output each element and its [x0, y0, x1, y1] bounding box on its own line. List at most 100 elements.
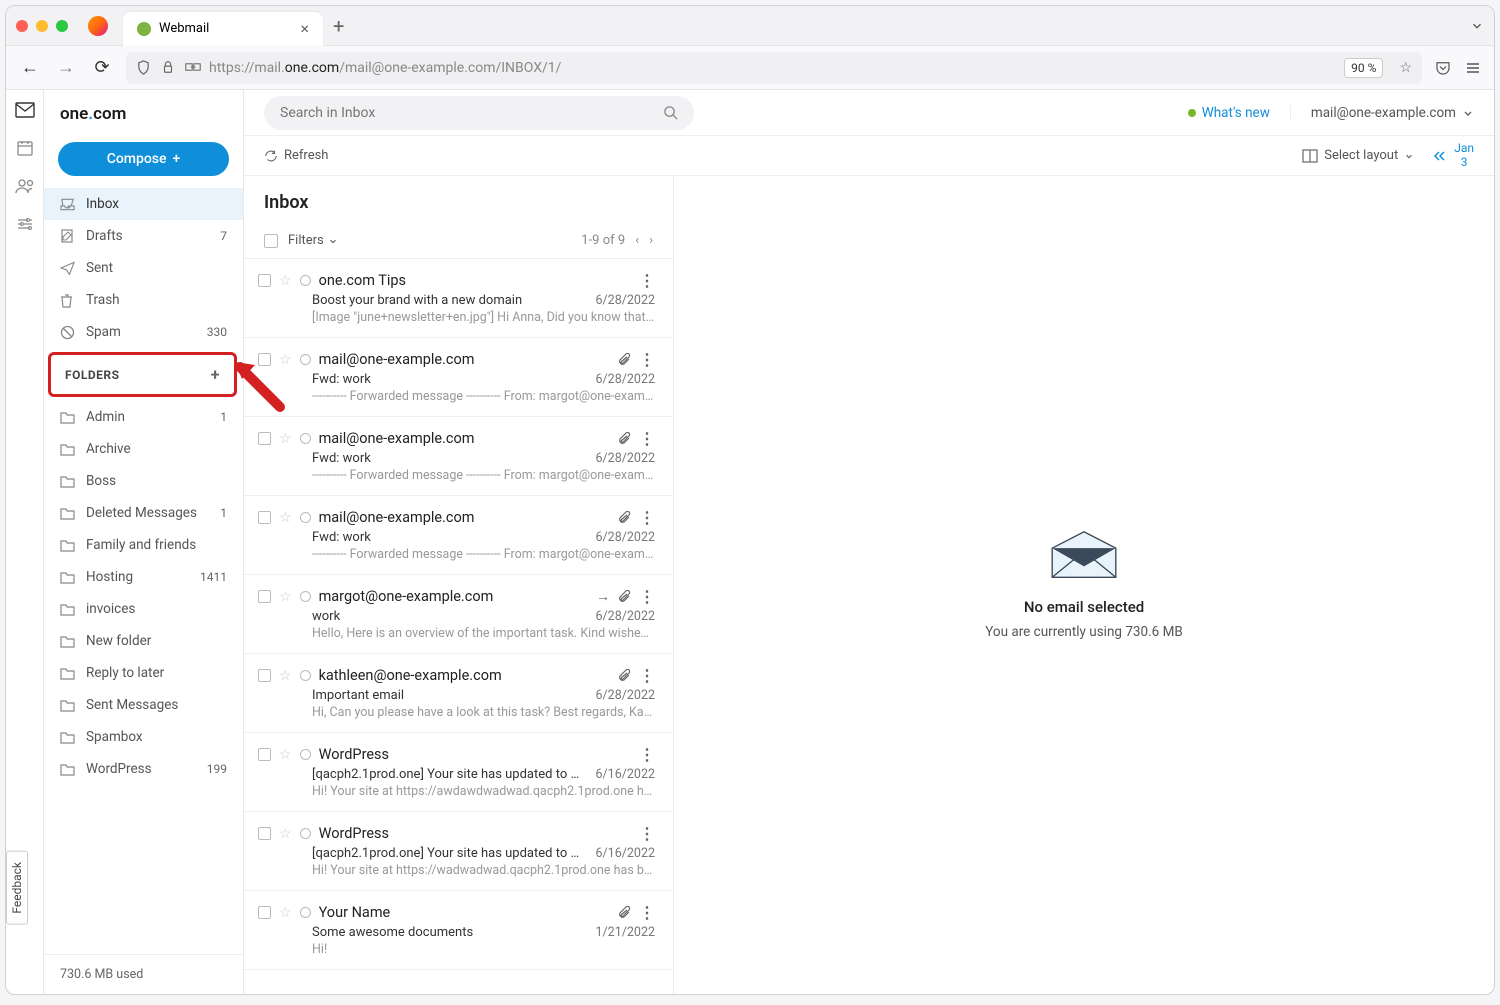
message-checkbox[interactable] [258, 590, 271, 603]
minimize-window-icon[interactable] [36, 20, 48, 32]
select-layout-button[interactable]: Select layout [1302, 148, 1414, 163]
whats-new-link[interactable]: What's new [1188, 105, 1270, 121]
message-checkbox[interactable] [258, 353, 271, 366]
sidebar-item-archive[interactable]: Archive [44, 433, 243, 465]
star-icon[interactable]: ☆ [279, 273, 292, 289]
menu-icon[interactable] [1464, 59, 1482, 77]
message-more-icon[interactable]: ⋮ [639, 666, 655, 685]
add-folder-icon[interactable]: + [211, 365, 220, 384]
sidebar-item-deleted-messages[interactable]: Deleted Messages1 [44, 497, 243, 529]
contacts-rail-icon[interactable] [15, 176, 35, 196]
message-more-icon[interactable]: ⋮ [639, 429, 655, 448]
message-item[interactable]: ☆ mail@one-example.com ⋮ Fwd: work6/28/2… [244, 338, 673, 417]
message-more-icon[interactable]: ⋮ [639, 350, 655, 369]
read-status-icon[interactable] [300, 275, 311, 286]
tabs-dropdown-icon[interactable] [1470, 19, 1484, 33]
message-more-icon[interactable]: ⋮ [639, 587, 655, 606]
star-icon[interactable]: ☆ [279, 352, 292, 368]
sidebar-item-hosting[interactable]: Hosting1411 [44, 561, 243, 593]
message-checkbox[interactable] [258, 827, 271, 840]
message-checkbox[interactable] [258, 906, 271, 919]
message-more-icon[interactable]: ⋮ [639, 508, 655, 527]
message-item[interactable]: ☆ mail@one-example.com ⋮ Fwd: work6/28/2… [244, 496, 673, 575]
search-input[interactable] [280, 105, 663, 121]
prev-page-button[interactable]: ‹ [635, 233, 639, 248]
feedback-tab[interactable]: Feedback [6, 851, 28, 925]
star-icon[interactable]: ☆ [279, 747, 292, 763]
message-item[interactable]: ☆ WordPress ⋮ [qacph2.1prod.one] Your si… [244, 733, 673, 812]
close-window-icon[interactable] [16, 20, 28, 32]
message-more-icon[interactable]: ⋮ [639, 903, 655, 922]
message-more-icon[interactable]: ⋮ [639, 824, 655, 843]
message-item[interactable]: ☆ mail@one-example.com ⋮ Fwd: work6/28/2… [244, 417, 673, 496]
star-icon[interactable]: ☆ [279, 905, 292, 921]
calendar-rail-icon[interactable] [15, 138, 35, 158]
star-icon[interactable]: ☆ [279, 589, 292, 605]
new-tab-button[interactable]: + [333, 14, 344, 38]
sidebar-item-admin[interactable]: Admin1 [44, 401, 243, 433]
message-item[interactable]: ☆ Your Name ⋮ Some awesome documents1/21… [244, 891, 673, 970]
message-checkbox[interactable] [258, 669, 271, 682]
sidebar-item-sent-messages[interactable]: Sent Messages [44, 689, 243, 721]
date-navigator[interactable]: Jan3 [1432, 142, 1474, 168]
refresh-button[interactable]: Refresh [264, 148, 328, 163]
mail-rail-icon[interactable] [15, 100, 35, 120]
read-status-icon[interactable] [300, 354, 311, 365]
maximize-window-icon[interactable] [56, 20, 68, 32]
star-icon[interactable]: ☆ [279, 431, 292, 447]
sidebar-item-reply-to-later[interactable]: Reply to later [44, 657, 243, 689]
forward-button[interactable]: → [54, 57, 78, 78]
sidebar-item-wordpress[interactable]: WordPress199 [44, 753, 243, 785]
sidebar-item-boss[interactable]: Boss [44, 465, 243, 497]
message-date: 6/28/2022 [596, 688, 656, 703]
read-status-icon[interactable] [300, 828, 311, 839]
back-button[interactable]: ← [18, 57, 42, 78]
url-bar[interactable]: https://mail.one.com/mail@one-example.co… [126, 52, 1422, 84]
message-more-icon[interactable]: ⋮ [639, 271, 655, 290]
search-box[interactable] [264, 96, 694, 130]
sidebar-item-family-and-friends[interactable]: Family and friends [44, 529, 243, 561]
message-more-icon[interactable]: ⋮ [639, 745, 655, 764]
filters-dropdown[interactable]: Filters [288, 233, 338, 248]
close-tab-icon[interactable]: × [300, 19, 309, 38]
read-status-icon[interactable] [300, 512, 311, 523]
sidebar: one.com Compose+ InboxDrafts7SentTrashSp… [44, 90, 244, 994]
message-date: 6/28/2022 [596, 609, 656, 624]
sidebar-item-spam[interactable]: Spam330 [44, 316, 243, 348]
message-checkbox[interactable] [258, 511, 271, 524]
pocket-icon[interactable] [1434, 59, 1452, 77]
zoom-badge[interactable]: 90 % [1344, 58, 1383, 78]
sidebar-item-invoices[interactable]: invoices [44, 593, 243, 625]
message-item[interactable]: ☆ margot@one-example.com → ⋮ work6/28/20… [244, 575, 673, 654]
browser-tab[interactable]: Webmail × [123, 12, 323, 46]
star-icon[interactable]: ☆ [279, 826, 292, 842]
folders-header[interactable]: FOLDERS+ [48, 352, 237, 397]
star-icon[interactable]: ☆ [279, 510, 292, 526]
sidebar-item-new-folder[interactable]: New folder [44, 625, 243, 657]
message-checkbox[interactable] [258, 432, 271, 445]
message-checkbox[interactable] [258, 274, 271, 287]
account-menu[interactable]: mail@one-example.com [1290, 105, 1474, 121]
sidebar-item-drafts[interactable]: Drafts7 [44, 220, 243, 252]
reload-button[interactable]: ⟳ [90, 57, 114, 78]
message-item[interactable]: ☆ kathleen@one-example.com ⋮ Important e… [244, 654, 673, 733]
sidebar-item-spambox[interactable]: Spambox [44, 721, 243, 753]
read-status-icon[interactable] [300, 907, 311, 918]
message-item[interactable]: ☆ WordPress ⋮ [qacph2.1prod.one] Your si… [244, 812, 673, 891]
compose-button[interactable]: Compose+ [58, 142, 229, 176]
message-item[interactable]: ☆ one.com Tips ⋮ Boost your brand with a… [244, 259, 673, 338]
read-status-icon[interactable] [300, 749, 311, 760]
sidebar-item-sent[interactable]: Sent [44, 252, 243, 284]
read-status-icon[interactable] [300, 670, 311, 681]
bookmark-star-icon[interactable]: ☆ [1399, 60, 1412, 76]
read-status-icon[interactable] [300, 433, 311, 444]
sidebar-item-trash[interactable]: Trash [44, 284, 243, 316]
select-all-checkbox[interactable] [264, 234, 278, 248]
message-checkbox[interactable] [258, 748, 271, 761]
search-icon[interactable] [663, 105, 678, 120]
settings-rail-icon[interactable] [15, 214, 35, 234]
sidebar-item-inbox[interactable]: Inbox [44, 188, 243, 220]
read-status-icon[interactable] [300, 591, 311, 602]
star-icon[interactable]: ☆ [279, 668, 292, 684]
next-page-button[interactable]: › [649, 233, 653, 248]
